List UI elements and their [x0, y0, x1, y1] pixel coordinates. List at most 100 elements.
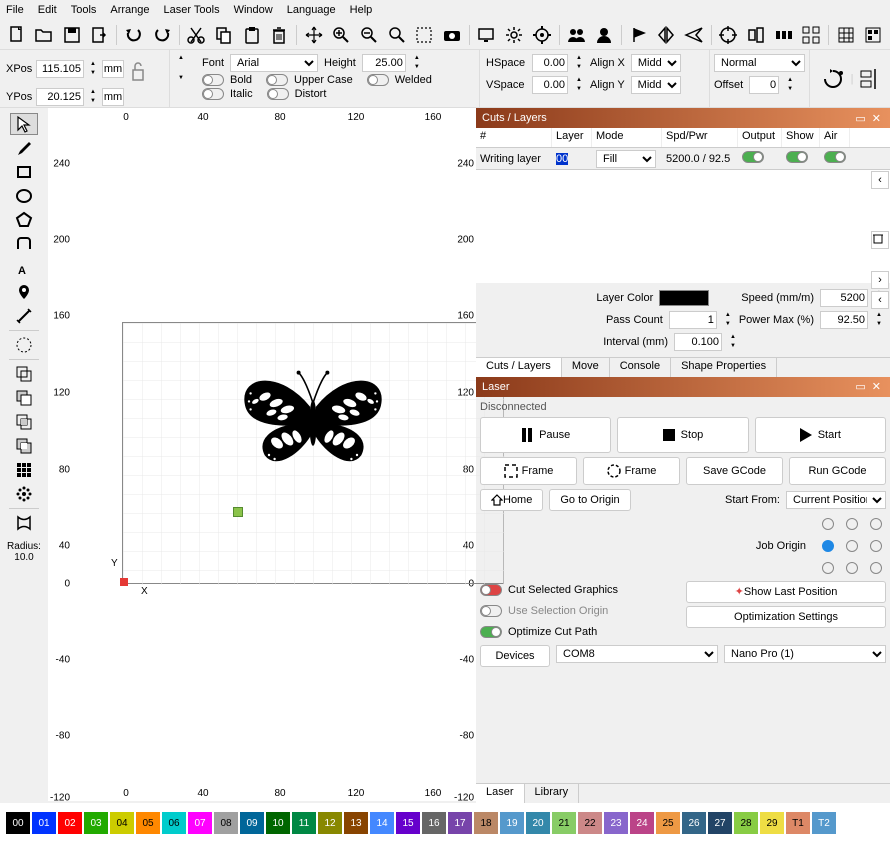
color-swatch-24[interactable]: 24 [630, 812, 654, 834]
color-swatch-19[interactable]: 19 [500, 812, 524, 834]
text-tool[interactable]: A [10, 257, 38, 279]
select-tool[interactable] [10, 113, 38, 135]
new-icon[interactable] [4, 22, 30, 48]
bool-xor-icon[interactable] [10, 435, 38, 457]
paste-icon[interactable] [239, 22, 265, 48]
trash-icon[interactable] [871, 231, 889, 249]
tab-library[interactable]: Library [525, 784, 580, 803]
color-swatch-10[interactable]: 10 [266, 812, 290, 834]
target-icon[interactable] [716, 22, 742, 48]
bool-sub-icon[interactable] [10, 387, 38, 409]
color-swatch-00[interactable]: 00 [6, 812, 30, 834]
chevron-left-icon[interactable]: ‹ [871, 171, 889, 189]
save-icon[interactable] [59, 22, 85, 48]
warp-tool[interactable] [10, 512, 38, 534]
rect-tool[interactable] [10, 161, 38, 183]
radial-tool[interactable] [10, 483, 38, 505]
color-swatch-12[interactable]: 12 [318, 812, 342, 834]
interval-input[interactable] [674, 333, 722, 351]
optimize-toggle[interactable] [480, 626, 502, 638]
settings-icon[interactable] [529, 22, 555, 48]
color-swatch-25[interactable]: 25 [656, 812, 680, 834]
font-scroll[interactable]: ▲▼ [176, 54, 186, 94]
menu-file[interactable]: File [6, 4, 24, 16]
align-right-icon[interactable] [859, 67, 879, 91]
polygon-tool[interactable] [10, 209, 38, 231]
color-swatch-09[interactable]: 09 [240, 812, 264, 834]
zoom-fit-icon[interactable] [384, 22, 410, 48]
show-toggle[interactable] [786, 151, 808, 163]
chevron-left-icon[interactable]: ‹ [871, 291, 889, 309]
color-swatch-01[interactable]: 01 [32, 812, 56, 834]
xpos-spinner[interactable]: ▲▼ [88, 60, 98, 78]
zoom-out-icon[interactable] [356, 22, 382, 48]
cut-selected-toggle[interactable] [480, 584, 502, 596]
save-gcode-button[interactable]: Save GCode [686, 457, 783, 485]
air-toggle[interactable] [824, 151, 846, 163]
color-swatch-27[interactable]: 27 [708, 812, 732, 834]
pan-icon[interactable] [301, 22, 327, 48]
frame-button[interactable]: Frame [480, 457, 577, 485]
layer-row[interactable]: Writing layer 00 Fill 5200.0 / 92.5 [476, 148, 890, 170]
font-select[interactable]: Arial [230, 54, 318, 72]
measure-tool[interactable] [10, 305, 38, 327]
menu-language[interactable]: Language [287, 4, 336, 16]
home-button[interactable]: Home [480, 489, 543, 511]
dock-icon[interactable]: ▭ [852, 380, 868, 393]
camera-icon[interactable] [439, 22, 465, 48]
circle-tool[interactable] [10, 334, 38, 356]
devices-button[interactable]: Devices [480, 645, 550, 667]
color-swatch-23[interactable]: 23 [604, 812, 628, 834]
speed-input[interactable] [820, 289, 868, 307]
color-swatch-03[interactable]: 03 [84, 812, 108, 834]
color-swatch-02[interactable]: 02 [58, 812, 82, 834]
dock-icon[interactable]: ▭ [852, 112, 868, 125]
close-icon[interactable]: ✕ [869, 112, 884, 125]
color-swatch-29[interactable]: 29 [760, 812, 784, 834]
color-swatch-15[interactable]: 15 [396, 812, 420, 834]
zoom-frame-icon[interactable] [411, 22, 437, 48]
color-swatch-08[interactable]: 08 [214, 812, 238, 834]
pass-input[interactable] [669, 311, 717, 329]
color-swatch-20[interactable]: 20 [526, 812, 550, 834]
bool-int-icon[interactable] [10, 411, 38, 433]
stop-button[interactable]: Stop [617, 417, 748, 453]
layer-color-swatch[interactable] [659, 290, 709, 306]
color-swatch-T2[interactable]: T2 [812, 812, 836, 834]
ypos-spinner[interactable]: ▲▼ [88, 88, 98, 106]
undo-icon[interactable] [121, 22, 147, 48]
offset-input[interactable] [749, 76, 779, 94]
hspace-input[interactable] [532, 54, 568, 72]
nest-icon[interactable] [861, 22, 887, 48]
goto-origin-button[interactable]: Go to Origin [549, 489, 630, 511]
run-gcode-button[interactable]: Run GCode [789, 457, 886, 485]
tab-move[interactable]: Move [562, 358, 610, 377]
color-swatch-T1[interactable]: T1 [786, 812, 810, 834]
color-swatch-07[interactable]: 07 [188, 812, 212, 834]
monitor-icon[interactable] [474, 22, 500, 48]
vspace-input[interactable] [532, 76, 568, 94]
tab-laser[interactable]: Laser [476, 784, 525, 803]
frame2-button[interactable]: Frame [583, 457, 680, 485]
tab-console[interactable]: Console [610, 358, 671, 377]
close-icon[interactable]: ✕ [869, 380, 884, 393]
color-swatch-06[interactable]: 06 [162, 812, 186, 834]
zoom-in-icon[interactable] [329, 22, 355, 48]
import-icon[interactable] [87, 22, 113, 48]
menu-arrange[interactable]: Arrange [110, 4, 149, 16]
output-toggle[interactable] [742, 151, 764, 163]
array-tool[interactable] [10, 459, 38, 481]
redo-icon[interactable] [149, 22, 175, 48]
show-last-button[interactable]: ✦Show Last Position [686, 581, 886, 603]
normal-select[interactable]: Normal [714, 54, 805, 72]
color-swatch-13[interactable]: 13 [344, 812, 368, 834]
color-swatch-28[interactable]: 28 [734, 812, 758, 834]
welded-toggle[interactable] [367, 74, 389, 86]
user-icon[interactable] [591, 22, 617, 48]
start-from-select[interactable]: Current Position [786, 491, 886, 509]
color-swatch-05[interactable]: 05 [136, 812, 160, 834]
color-swatch-04[interactable]: 04 [110, 812, 134, 834]
ypos-input[interactable] [36, 88, 84, 106]
menu-help[interactable]: Help [350, 4, 373, 16]
flag-icon[interactable] [626, 22, 652, 48]
